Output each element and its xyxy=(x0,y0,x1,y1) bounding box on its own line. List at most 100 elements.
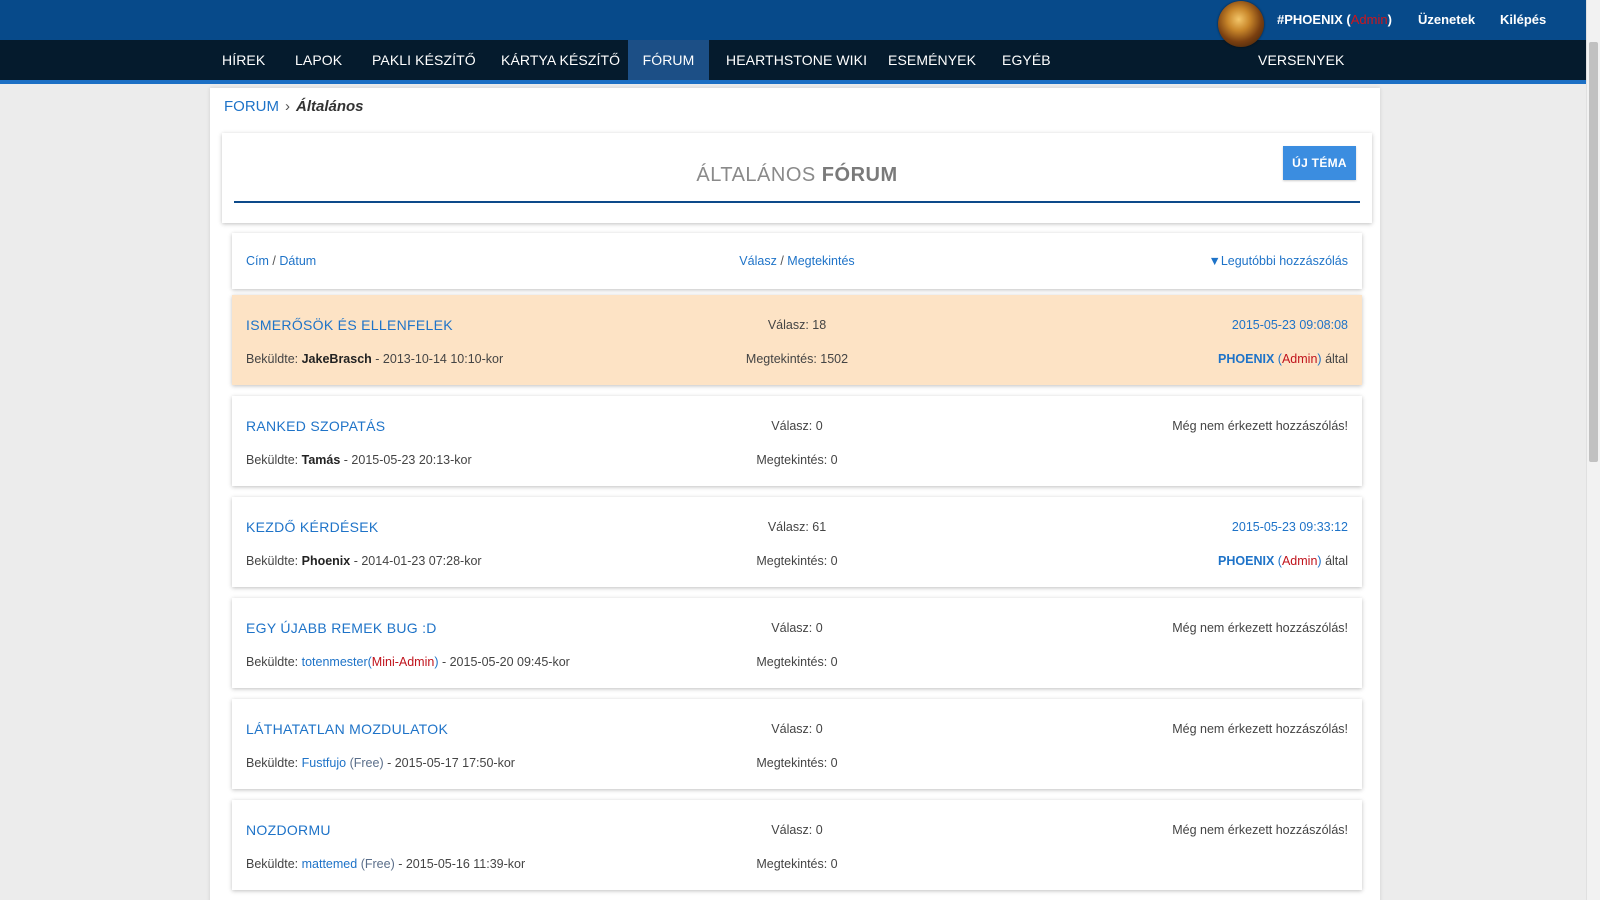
messages-link[interactable]: Üzenetek xyxy=(1418,12,1475,27)
topic-date: - 2013-10-14 10:10-kor xyxy=(375,352,504,366)
user-role: Admin xyxy=(1350,12,1388,27)
topic-views: Megtekintés: 1502 xyxy=(745,352,849,366)
last-post-date[interactable]: 2015-05-23 09:33:12 xyxy=(1232,520,1348,534)
topic-date: - 2015-05-17 17:50-kor xyxy=(387,756,515,770)
topic-author-role-text: Free xyxy=(353,756,380,770)
last-post-author-role: Admin xyxy=(1281,352,1318,366)
forum-header: ÁLTALÁNOS FÓRUM ÚJ TÉMA xyxy=(222,133,1372,223)
nav-item-forum[interactable]: FÓRUM xyxy=(628,40,709,80)
topic-views: Megtekintés: 0 xyxy=(756,554,838,568)
topic-author-role: (Free) xyxy=(360,857,395,871)
topic-replies: Válasz: 0 xyxy=(771,722,823,736)
submitted-by-label: Beküldte: xyxy=(246,554,299,568)
breadcrumb-forum-link[interactable]: FORUM xyxy=(224,98,279,115)
topic-title[interactable]: NOZDORMU xyxy=(246,822,331,838)
topic-author[interactable]: totenmester xyxy=(302,655,368,669)
topic-views: Megtekintés: 0 xyxy=(756,655,838,669)
title-underline xyxy=(234,201,1360,203)
topic-date: - 2015-05-23 20:13-kor xyxy=(343,453,472,467)
sort-by-replies[interactable]: Válasz xyxy=(739,254,777,268)
topic-replies: Válasz: 0 xyxy=(771,621,823,635)
topic-author[interactable]: JakeBrasch xyxy=(302,352,372,366)
user-avatar[interactable] xyxy=(1218,1,1264,47)
topic-title[interactable]: KEZDŐ KÉRDÉSEK xyxy=(246,519,379,535)
nav-item-hearthstone-wiki[interactable]: HEARTHSTONE WIKI xyxy=(709,40,884,80)
topic-row[interactable]: ISMERŐSÖK ÉS ELLENFELEK Beküldte: JakeBr… xyxy=(232,295,1362,385)
breadcrumb: FORUM › Általános xyxy=(224,98,364,115)
submitted-by-label: Beküldte: xyxy=(246,857,299,871)
page-title: ÁLTALÁNOS FÓRUM xyxy=(222,164,1372,187)
column-separator: / xyxy=(780,254,784,268)
topic-meta: Beküldte: Fustfujo (Free) - 2015-05-17 1… xyxy=(246,756,515,770)
last-post-empty: Még nem érkezett hozzászólás! xyxy=(1172,722,1348,736)
sort-by-last-post[interactable]: ▼Legutóbbi hozzászólás xyxy=(1208,254,1348,268)
last-post-empty: Még nem érkezett hozzászólás! xyxy=(1172,621,1348,635)
main-nav: HÍREK LAPOK PAKLI KÉSZÍTŐ KÁRTYA KÉSZÍTŐ… xyxy=(0,40,1600,84)
last-post-author-role: Admin xyxy=(1281,554,1318,568)
last-post-author-name[interactable]: PHOENIX xyxy=(1218,554,1274,568)
last-post-author: PHOENIX (Admin) által xyxy=(1218,554,1348,568)
submitted-by-label: Beküldte: xyxy=(246,655,299,669)
column-header-row: Cím / Dátum Válasz / Megtekintés ▼Legutó… xyxy=(232,233,1362,289)
topic-author-role: (Free) xyxy=(349,756,384,770)
main-content: FORUM › Általános ÁLTALÁNOS FÓRUM ÚJ TÉM… xyxy=(210,88,1380,900)
topic-title[interactable]: EGY ÚJABB REMEK BUG :D xyxy=(246,620,437,636)
by-suffix: által xyxy=(1325,352,1348,366)
nav-item-pakli-keszito[interactable]: PAKLI KÉSZÍTŐ xyxy=(355,40,493,80)
page-title-light: ÁLTALÁNOS xyxy=(696,164,816,186)
topic-row[interactable]: RANKED SZOPATÁS Beküldte: Tamás - 2015-0… xyxy=(232,396,1362,486)
user-name[interactable]: #PHOENIX xyxy=(1277,12,1343,27)
topic-author[interactable]: Fustfujo xyxy=(302,756,346,770)
topic-row[interactable]: LÁTHATATLAN MOZDULATOK Beküldte: Fustfuj… xyxy=(232,699,1362,789)
nav-item-versenyek[interactable]: VERSENYEK xyxy=(1241,40,1362,80)
topic-row[interactable]: KEZDŐ KÉRDÉSEK Beküldte: Phoenix - 2014-… xyxy=(232,497,1362,587)
topic-meta: Beküldte: mattemed (Free) - 2015-05-16 1… xyxy=(246,857,525,871)
nav-item-lapok[interactable]: LAPOK xyxy=(278,40,359,80)
topic-title[interactable]: ISMERŐSÖK ÉS ELLENFELEK xyxy=(246,317,453,333)
topic-author[interactable]: Phoenix xyxy=(302,554,351,568)
submitted-by-label: Beküldte: xyxy=(246,453,299,467)
nav-item-kartya-keszito[interactable]: KÁRTYA KÉSZÍTŐ xyxy=(484,40,637,80)
topic-author-role: Mini-Admin xyxy=(371,655,435,669)
role-paren-close: ) xyxy=(1317,352,1322,366)
last-post-date[interactable]: 2015-05-23 09:08:08 xyxy=(1232,318,1348,332)
topic-author[interactable]: mattemed xyxy=(302,857,358,871)
nav-item-esemenyek[interactable]: ESEMÉNYEK xyxy=(871,40,993,80)
topic-title[interactable]: RANKED SZOPATÁS xyxy=(246,418,385,434)
topic-replies: Válasz: 0 xyxy=(771,419,823,433)
column-replies-views: Válasz / Megtekintés xyxy=(697,254,897,268)
sort-by-date[interactable]: Dátum xyxy=(279,254,316,268)
topic-meta: Beküldte: totenmester(Mini-Admin) - 2015… xyxy=(246,655,570,669)
scrollbar-thumb[interactable] xyxy=(1589,42,1598,462)
new-topic-button[interactable]: ÚJ TÉMA xyxy=(1283,146,1356,180)
page-title-bold: FÓRUM xyxy=(821,164,898,186)
topic-views: Megtekintés: 0 xyxy=(756,756,838,770)
topic-row[interactable]: NOZDORMU Beküldte: mattemed (Free) - 201… xyxy=(232,800,1362,890)
sort-by-title[interactable]: Cím xyxy=(246,254,269,268)
sort-by-views[interactable]: Megtekintés xyxy=(787,254,854,268)
last-post-empty: Még nem érkezett hozzászólás! xyxy=(1172,419,1348,433)
last-post-author-name[interactable]: PHOENIX xyxy=(1218,352,1274,366)
user-profile-link[interactable]: #PHOENIX (Admin) xyxy=(1277,12,1392,27)
nav-item-egyeb[interactable]: EGYÉB xyxy=(985,40,1068,80)
page-scrollbar[interactable] xyxy=(1586,0,1600,900)
topic-views: Megtekintés: 0 xyxy=(756,857,838,871)
logout-link[interactable]: Kilépés xyxy=(1500,12,1546,27)
user-role-close: ) xyxy=(1387,12,1392,27)
topic-meta: Beküldte: Phoenix - 2014-01-23 07:28-kor xyxy=(246,554,482,568)
column-title-date: Cím / Dátum xyxy=(246,254,316,268)
last-post-author: PHOENIX (Admin) által xyxy=(1218,352,1348,366)
topic-date: - 2015-05-20 09:45-kor xyxy=(441,655,570,669)
role-paren-close: ) xyxy=(434,655,439,669)
topic-replies: Válasz: 18 xyxy=(767,318,827,332)
topic-row[interactable]: EGY ÚJABB REMEK BUG :D Beküldte: totenme… xyxy=(232,598,1362,688)
by-suffix: által xyxy=(1325,554,1348,568)
nav-item-hirek[interactable]: HÍREK xyxy=(205,40,282,80)
topic-author[interactable]: Tamás xyxy=(302,453,341,467)
topic-meta: Beküldte: Tamás - 2015-05-23 20:13-kor xyxy=(246,453,472,467)
topic-title[interactable]: LÁTHATATLAN MOZDULATOK xyxy=(246,721,448,737)
topic-author-role-text: Free xyxy=(364,857,391,871)
column-last-post: ▼Legutóbbi hozzászólás xyxy=(1208,254,1348,268)
topic-replies: Válasz: 0 xyxy=(771,823,823,837)
topic-replies: Válasz: 61 xyxy=(767,520,827,534)
